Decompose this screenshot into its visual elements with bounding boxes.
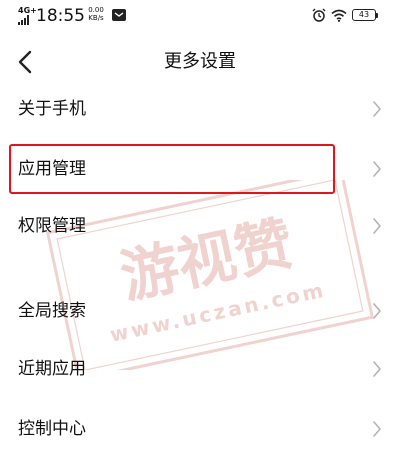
settings-item-label: 权限管理 [18,216,86,236]
settings-item-app-management[interactable]: 应用管理 [0,145,400,193]
settings-item-recent-apps[interactable]: 近期应用 [0,345,400,393]
page-title: 更多设置 [164,51,236,72]
wifi-icon [331,9,347,22]
settings-item-label: 应用管理 [18,159,86,179]
settings-item-label: 全局搜索 [18,301,86,321]
message-icon [112,9,126,21]
status-time: 18:55 [36,6,85,26]
settings-item-permission-management[interactable]: 权限管理 [0,202,400,250]
battery-tip [376,13,378,18]
speed-unit: KB/s [88,14,104,22]
network-speed: 0.00 KB/s [85,6,107,22]
settings-item-control-center[interactable]: 控制中心 [0,405,400,453]
chevron-right-icon [373,218,381,234]
settings-item-about-phone[interactable]: 关于手机 [0,85,400,133]
settings-item-label: 近期应用 [18,359,86,379]
battery-icon: 43 [352,9,376,21]
status-bar: 4G+ 18:55 0.00 KB/s 43 [0,0,400,34]
network-type: 4G+ [18,6,37,15]
settings-item-label: 控制中心 [18,419,86,439]
alarm-icon [312,8,326,22]
speed-value: 0.00 [88,6,104,14]
settings-item-global-search[interactable]: 全局搜索 [0,287,400,335]
chevron-right-icon [373,421,381,437]
chevron-right-icon [373,161,381,177]
nav-bar: 更多设置 [0,34,400,90]
chevron-right-icon [373,361,381,377]
settings-item-label: 关于手机 [18,99,86,119]
chevron-right-icon [373,303,381,319]
signal-icon [18,15,29,25]
chevron-right-icon [373,101,381,117]
